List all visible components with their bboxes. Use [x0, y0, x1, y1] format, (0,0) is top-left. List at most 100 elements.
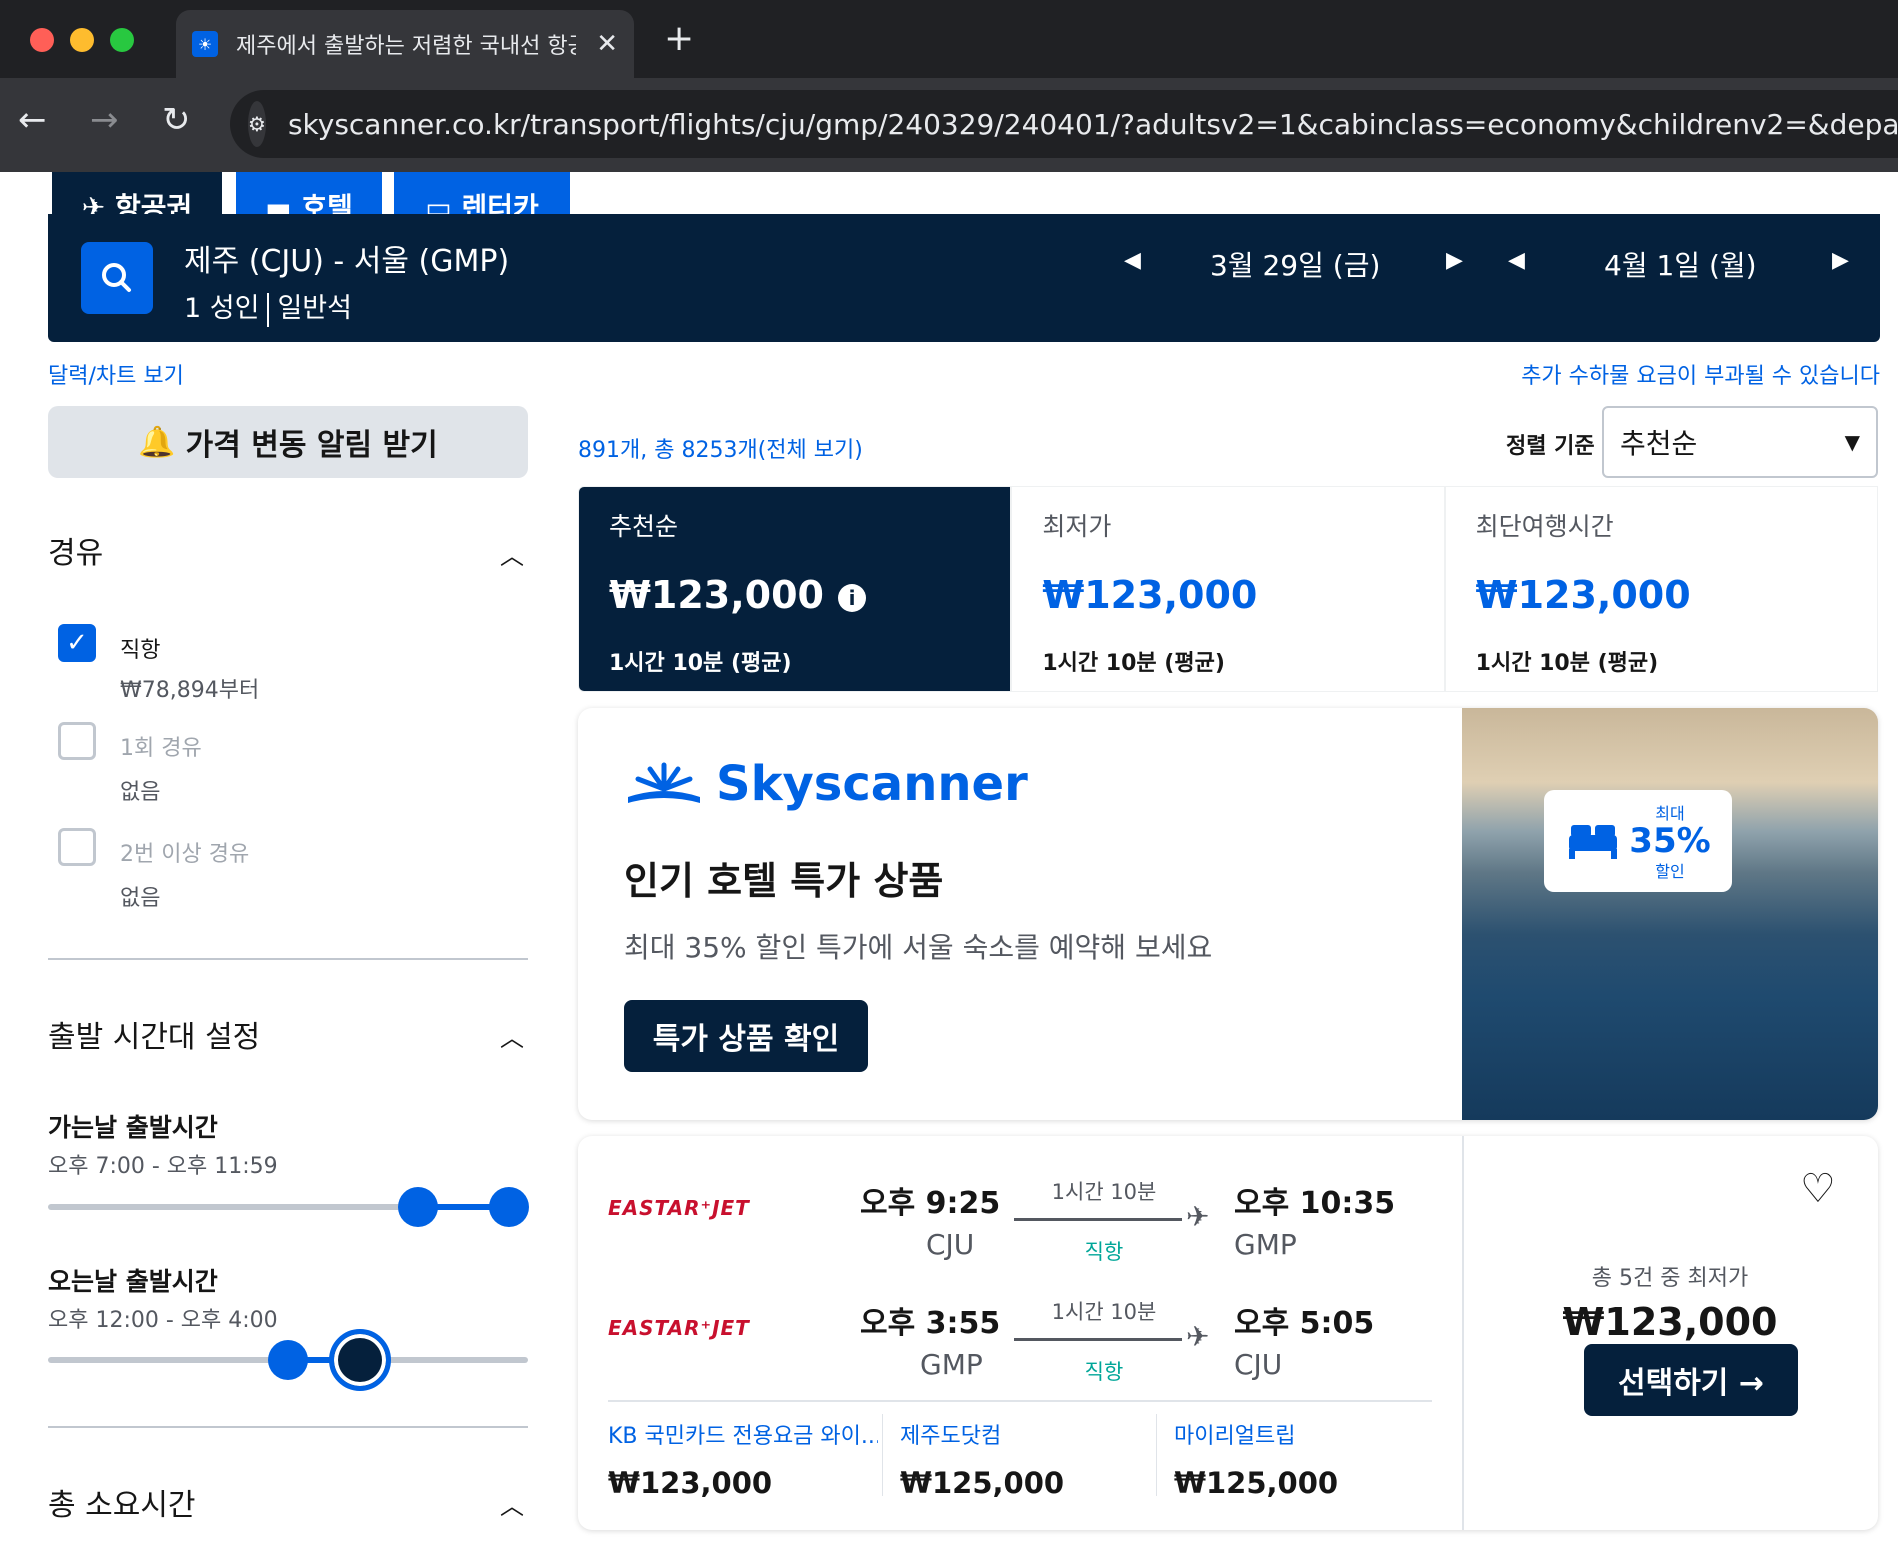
sort-tab-name: 최저가 [1042, 512, 1112, 541]
browser-tab-strip: ☀ 제주에서 출발하는 저렴한 국내선 항공권 ✕ + [0, 0, 1898, 78]
skyscanner-sun-icon [628, 762, 700, 803]
direct-checkbox[interactable]: ✓ [58, 624, 96, 662]
price-alert-button[interactable]: 🔔 가격 변동 알림 받기 [48, 406, 528, 478]
depart-next-arrow-icon[interactable]: ▶ [1446, 248, 1463, 273]
provider-option[interactable]: 마이리얼트립 ₩125,000 [1174, 1418, 1424, 1500]
direct-label: 직항 [120, 638, 161, 663]
close-window-button[interactable] [30, 28, 54, 52]
tab-flights[interactable]: ✈ 항공권 [52, 172, 222, 214]
flight-result-card[interactable]: EASTAR⁺JET 오후 9:25 CJU 1시간 10분 ✈ 직항 오후 1… [578, 1136, 1878, 1530]
depart-prev-arrow-icon[interactable]: ◀ [1124, 248, 1141, 273]
one-stop-checkbox[interactable] [58, 722, 96, 760]
provider-name: KB 국민카드 전용요금 와이... [608, 1424, 878, 1449]
maximize-window-button[interactable] [110, 28, 134, 52]
inbound-start-handle[interactable] [268, 1340, 308, 1380]
inbound-end-handle[interactable] [329, 1329, 391, 1391]
sort-tab-cheapest[interactable]: 최저가 ₩123,000 1시간 10분 (평균) [1011, 486, 1445, 692]
heart-icon[interactable]: ♡ [1800, 1166, 1836, 1212]
result-count-link[interactable]: 891개, 총 8253개(전체 보기) [578, 432, 863, 464]
price-alert-label: 가격 변동 알림 받기 [185, 428, 438, 463]
arrival-code: GMP [1234, 1228, 1297, 1261]
baggage-fee-link[interactable]: 추가 수하물 요금이 부과될 수 있습니다 [1521, 358, 1880, 390]
arrival-time: 오후 10:35 [1234, 1186, 1396, 1221]
badge-value: 35% [1629, 821, 1711, 861]
two-plus-stops-checkbox[interactable] [58, 828, 96, 866]
site-settings-icon[interactable]: ⚙ [248, 101, 266, 147]
route-text[interactable]: 제주 (CJU) - 서울 (GMP) [184, 236, 509, 280]
browser-tab[interactable]: ☀ 제주에서 출발하는 저렴한 국내선 항공권 ✕ [176, 10, 634, 78]
search-button[interactable] [81, 242, 153, 314]
return-prev-arrow-icon[interactable]: ◀ [1508, 248, 1525, 273]
provider-option[interactable]: KB 국민카드 전용요금 와이... ₩123,000 [608, 1418, 878, 1500]
reload-icon[interactable]: ↻ [162, 100, 191, 140]
inbound-time-range: 오후 12:00 - 오후 4:00 [48, 1308, 278, 1333]
departure-times-title: 출발 시간대 설정 [48, 1020, 261, 1055]
sort-tab-price: ₩123,000 [1475, 573, 1691, 617]
direct-price: ₩78,894부터 [120, 678, 260, 703]
divider [48, 1426, 528, 1428]
flight-duration: 1시간 10분 [1051, 1180, 1157, 1204]
divider [1156, 1414, 1157, 1496]
two-plus-stops-label: 2번 이상 경유 [120, 842, 250, 867]
sort-label: 정렬 기준 [1506, 434, 1595, 459]
tab-close-icon[interactable]: ✕ [596, 29, 618, 59]
flight-duration: 1시간 10분 [1051, 1300, 1157, 1324]
plane-icon: ✈ [1186, 1200, 1210, 1233]
outbound-time-slider[interactable] [48, 1204, 528, 1210]
chevron-up-icon[interactable]: ︿ [500, 1018, 524, 1053]
select-button[interactable]: 선택하기 → [1584, 1344, 1798, 1416]
sort-tab-duration: 1시간 10분 (평균) [1475, 651, 1659, 676]
outbound-start-handle[interactable] [397, 1187, 438, 1227]
sort-tab-duration: 1시간 10분 (평균) [1042, 651, 1225, 676]
return-next-arrow-icon[interactable]: ▶ [1832, 248, 1849, 273]
route-line [1014, 1338, 1182, 1341]
tab-hotels[interactable]: ▬ 호텔 [236, 172, 382, 214]
outbound-end-handle[interactable] [488, 1187, 529, 1227]
arrival-code: CJU [1234, 1348, 1283, 1381]
sort-tab-best[interactable]: 추천순 ₩123,000 i 1시간 10분 (평균) [578, 486, 1012, 692]
discount-badge: 최대 35% 할인 [1544, 790, 1732, 892]
search-icon [102, 263, 131, 292]
caret-down-icon: ▼ [1844, 430, 1860, 454]
outbound-time-range: 오후 7:00 - 오후 11:59 [48, 1154, 278, 1179]
tab-car-rental-label: 렌터카 [461, 191, 539, 214]
depart-date[interactable]: 3월 29일 (금) [1210, 244, 1380, 284]
sort-tab-fastest[interactable]: 최단여행시간 ₩123,000 1시간 10분 (평균) [1444, 486, 1878, 692]
skyscanner-logo: Skyscanner [624, 756, 1028, 812]
new-tab-button[interactable]: + [664, 18, 694, 59]
tab-car-rental[interactable]: ▭ 렌터카 [394, 172, 570, 214]
minimize-window-button[interactable] [70, 28, 94, 52]
inbound-time-label: 오는날 출발시간 [48, 1267, 218, 1296]
sort-value: 추천순 [1620, 427, 1698, 460]
sort-tab-name: 최단여행시간 [1475, 512, 1614, 541]
back-arrow-icon[interactable]: ← [18, 100, 47, 140]
address-bar[interactable]: ⚙ skyscanner.co.kr/transport/flights/cju… [230, 90, 1898, 158]
duration-title: 총 소요시간 [48, 1488, 196, 1523]
passenger-cabin[interactable]: 1 성인 일반석 [184, 286, 352, 327]
car-icon: ▭ [425, 191, 452, 214]
route-line [1014, 1218, 1182, 1221]
best-price-label: 총 5건 중 최저가 [1591, 1266, 1749, 1291]
divider [882, 1414, 883, 1496]
tab-title: 제주에서 출발하는 저렴한 국내선 항공권 [236, 34, 576, 59]
one-stop-price: 없음 [120, 780, 161, 805]
forward-arrow-icon[interactable]: → [90, 100, 119, 140]
provider-name: 제주도닷컴 [900, 1424, 1002, 1449]
provider-option[interactable]: 제주도닷컴 ₩125,000 [900, 1418, 1150, 1500]
provider-price: ₩125,000 [900, 1466, 1065, 1500]
provider-price: ₩123,000 [608, 1466, 773, 1500]
skyscanner-favicon-icon: ☀ [192, 31, 218, 57]
ad-subtitle: 최대 35% 할인 특가에 서울 숙소를 예약해 보세요 [624, 931, 1213, 964]
return-date[interactable]: 4월 1일 (월) [1604, 244, 1757, 284]
one-stop-label: 1회 경유 [120, 736, 202, 761]
deal-button[interactable]: 특가 상품 확인 [624, 1000, 868, 1072]
departure-time: 오후 3:55 [860, 1306, 1001, 1341]
calendar-chart-link[interactable]: 달력/차트 보기 [48, 358, 184, 390]
chevron-up-icon[interactable]: ︿ [500, 536, 524, 571]
chevron-up-icon[interactable]: ︿ [500, 1486, 524, 1521]
departure-code: GMP [920, 1348, 983, 1381]
provider-name: 마이리얼트립 [1174, 1424, 1296, 1449]
info-icon[interactable]: i [838, 583, 866, 612]
url-text: skyscanner.co.kr/transport/flights/cju/g… [287, 107, 1898, 141]
sort-select[interactable]: 추천순 ▼ [1602, 406, 1878, 478]
